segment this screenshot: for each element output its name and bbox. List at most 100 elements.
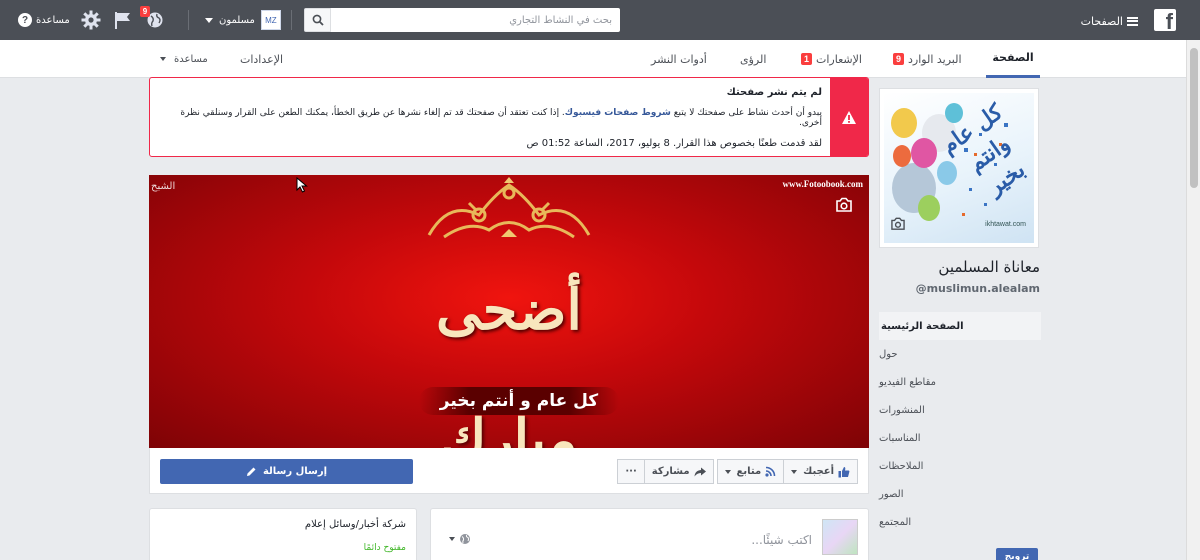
watermark-left: الشبح bbox=[151, 181, 176, 192]
terms-link[interactable]: شروط صفحات فيسبوك bbox=[565, 108, 671, 118]
help-button[interactable]: ? مساعدة bbox=[18, 13, 70, 27]
sidebar-item-posts[interactable]: المنشورات bbox=[879, 396, 1041, 424]
tab-publishing-tools[interactable]: أدوات النشر bbox=[651, 40, 707, 78]
tab-insights-label: الرؤى bbox=[740, 52, 767, 66]
help-label: مساعدة bbox=[36, 14, 70, 26]
user-name: مسلمون bbox=[219, 14, 255, 26]
sidebar-item-label: المنشورات bbox=[879, 404, 925, 416]
top-divider bbox=[291, 10, 292, 30]
profile-site: ikhtawat.com bbox=[985, 221, 1026, 228]
tab-settings[interactable]: الإعدادات bbox=[240, 40, 283, 78]
top-bar: f الصفحات مسلمون MZ ? مساعدة bbox=[0, 0, 1200, 40]
flag-icon bbox=[114, 12, 130, 29]
pages-menu[interactable]: الصفحات bbox=[1068, 13, 1138, 29]
page-actions-bar: إرسال رسالة أعجبك متابع مشاركة ··· bbox=[149, 448, 869, 494]
pencil-icon bbox=[246, 467, 256, 476]
chevron-down-icon bbox=[791, 469, 798, 474]
cover-tagline: كل عام و أنتم بخير bbox=[439, 391, 599, 411]
engagement-buttons: أعجبك متابع مشاركة ··· bbox=[617, 459, 858, 484]
top-icons: ? مساعدة 9 bbox=[18, 6, 166, 32]
notification-badge: 9 bbox=[139, 6, 151, 17]
like-button[interactable]: أعجبك bbox=[783, 459, 858, 484]
tab-inbox-label: البريد الوارد bbox=[908, 52, 962, 66]
top-divider bbox=[188, 10, 189, 30]
inbox-count-badge: 9 bbox=[893, 53, 905, 65]
chevron-down-icon bbox=[449, 537, 455, 541]
globe-icon bbox=[460, 534, 470, 544]
sidebar-item-label: الصور bbox=[879, 488, 904, 500]
avatar: MZ bbox=[260, 10, 281, 30]
post-composer[interactable]: اكتب شيئًا... bbox=[430, 508, 869, 560]
send-message-button[interactable]: إرسال رسالة bbox=[160, 459, 413, 484]
tab-publishing-tools-label: أدوات النشر bbox=[651, 52, 707, 66]
privacy-selector[interactable] bbox=[449, 533, 471, 545]
gear-icon bbox=[81, 10, 101, 30]
search-button[interactable] bbox=[304, 8, 331, 32]
share-button[interactable]: مشاركة bbox=[643, 459, 714, 484]
sidebar-item-label: مقاطع الفيديو bbox=[879, 376, 937, 388]
notifications-button[interactable]: 9 bbox=[139, 6, 166, 31]
sidebar-item-events[interactable]: المناسبات bbox=[879, 424, 1041, 452]
sidebar-item-label: المناسبات bbox=[879, 432, 921, 444]
page-tab-bar: الصفحة 9 البريد الوارد 1 الإشعارات الرؤى… bbox=[0, 40, 1186, 78]
cover-calligraphy: أضحى مبارك bbox=[436, 277, 582, 448]
tab-page[interactable]: الصفحة bbox=[986, 40, 1040, 78]
search-input[interactable] bbox=[331, 8, 620, 32]
sidebar-item-notes[interactable]: الملاحظات bbox=[879, 452, 1041, 480]
follow-button[interactable]: متابع bbox=[716, 459, 785, 484]
settings-button[interactable] bbox=[80, 9, 102, 31]
sidebar-item-about[interactable]: حول bbox=[879, 340, 1041, 368]
facebook-logo-icon[interactable]: f bbox=[1154, 9, 1176, 33]
like-label: أعجبك bbox=[803, 466, 834, 477]
alert-title: لم يتم نشر صفحتك bbox=[726, 87, 822, 98]
alert-text: يبدو أن أحدث نشاط على صفحتك لا يتبع شروط… bbox=[162, 108, 822, 128]
page-sidebar-nav: الصفحة الرئيسية حول مقاطع الفيديو المنشو… bbox=[879, 312, 1041, 536]
mouse-cursor-icon bbox=[296, 177, 308, 193]
page-category[interactable]: شركة أخبار/وسائل إعلام bbox=[305, 519, 406, 530]
hamburger-icon bbox=[1127, 16, 1138, 26]
tab-help-label: مساعدة bbox=[174, 53, 208, 65]
share-arrow-icon bbox=[694, 467, 706, 476]
promote-button[interactable]: ترويج bbox=[996, 548, 1038, 560]
share-label: مشاركة bbox=[651, 466, 690, 477]
profile-image: كل عام وانتم بخير ikhtawat.com bbox=[884, 93, 1034, 243]
tab-insights[interactable]: الرؤى bbox=[740, 40, 766, 78]
tab-notifications[interactable]: 1 الإشعارات bbox=[801, 40, 862, 78]
sidebar-item-label: الصفحة الرئيسية bbox=[881, 320, 964, 332]
chevron-down-icon bbox=[205, 17, 213, 23]
alert-text-before: يبدو أن أحدث نشاط على صفحتك لا يتبع bbox=[670, 108, 822, 118]
sidebar-item-videos[interactable]: مقاطع الفيديو bbox=[879, 368, 1041, 396]
page-username[interactable]: @muslimun.alealam bbox=[879, 282, 1040, 295]
sidebar-item-label: المجتمع bbox=[879, 516, 912, 528]
profile-picture[interactable]: كل عام وانتم بخير ikhtawat.com bbox=[879, 88, 1039, 248]
camera-icon[interactable] bbox=[890, 217, 906, 233]
composer-placeholder: اكتب شيئًا... bbox=[751, 533, 812, 547]
tab-inbox[interactable]: 9 البريد الوارد bbox=[893, 40, 962, 78]
sidebar-item-community[interactable]: المجتمع bbox=[879, 508, 1041, 536]
more-options-button[interactable]: ··· bbox=[617, 459, 645, 484]
cover-photo[interactable]: الشبح www.Fotoobook.com أضحى مبارك كل عا… bbox=[149, 175, 869, 448]
pages-menu-label: الصفحات bbox=[1080, 14, 1123, 28]
watermark: www.Fotoobook.com bbox=[782, 179, 864, 189]
open-status: مفتوح دائمًا bbox=[363, 543, 406, 553]
user-menu[interactable]: مسلمون MZ bbox=[205, 10, 281, 30]
tab-help[interactable]: مساعدة bbox=[160, 40, 208, 78]
chevron-down-icon bbox=[724, 469, 731, 474]
follow-label: متابع bbox=[736, 466, 762, 477]
flag-button[interactable] bbox=[112, 9, 134, 31]
scrollbar-thumb[interactable] bbox=[1190, 48, 1198, 188]
composer-avatar bbox=[822, 519, 858, 555]
more-icon: ··· bbox=[625, 466, 637, 477]
chevron-down-icon bbox=[160, 57, 166, 61]
tab-notifications-label: الإشعارات bbox=[816, 52, 862, 66]
sidebar-item-photos[interactable]: الصور bbox=[879, 480, 1041, 508]
help-icon: ? bbox=[18, 13, 32, 27]
page-scrollbar[interactable] bbox=[1186, 40, 1200, 560]
notifications-count-badge: 1 bbox=[801, 53, 813, 65]
tab-settings-label: الإعدادات bbox=[240, 52, 284, 66]
tab-page-label: الصفحة bbox=[992, 51, 1034, 64]
sidebar-item-home[interactable]: الصفحة الرئيسية bbox=[879, 312, 1041, 340]
thumbs-up-icon bbox=[838, 466, 850, 477]
camera-icon[interactable] bbox=[835, 197, 853, 215]
